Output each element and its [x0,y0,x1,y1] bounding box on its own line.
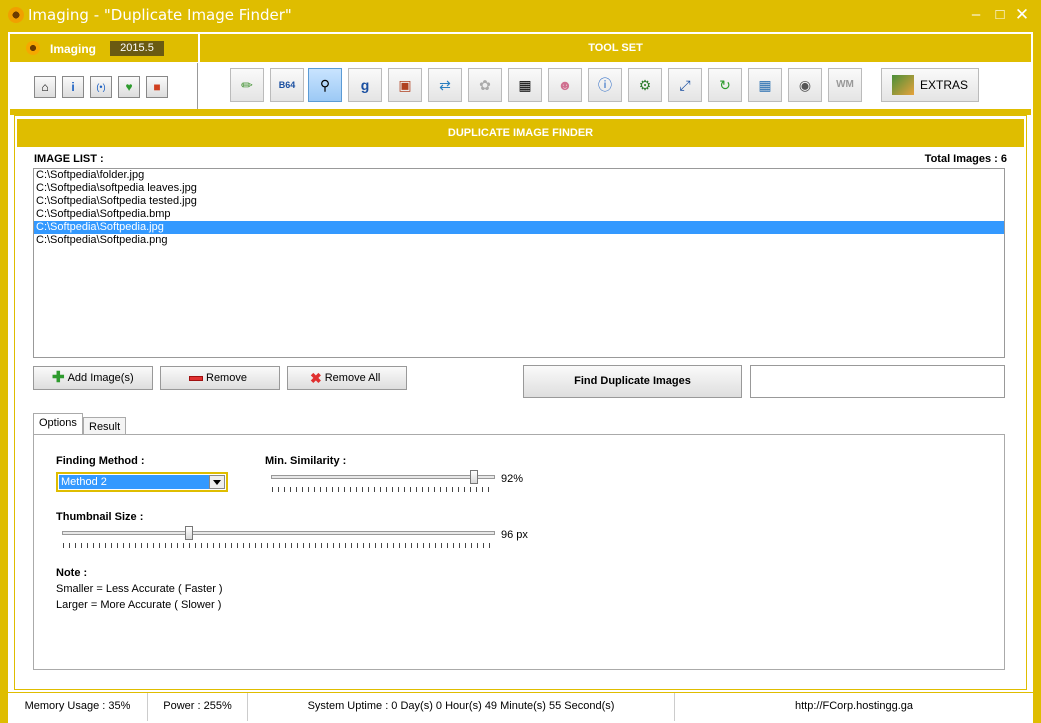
extras-label: EXTRAS [920,78,969,92]
find-duplicates-button[interactable]: Find Duplicate Images [523,365,742,398]
version-badge: 2015.5 [110,41,164,56]
add-images-label: Add Image(s) [67,372,134,384]
options-panel: Finding Method : Method 2 Min. Similarit… [33,434,1005,670]
title-bar: Imaging - "Duplicate Image Finder" – □ ✕ [0,0,1041,32]
resize-icon[interactable]: ⤢ [668,68,702,102]
list-item[interactable]: C:\Softpedia\Softpedia tested.jpg [34,195,1004,208]
chevron-down-icon[interactable] [209,475,225,489]
grid-icon[interactable]: ▦ [508,68,542,102]
image-icon[interactable]: ▦ [748,68,782,102]
box-icon[interactable]: ▣ [388,68,422,102]
remove-all-label: Remove All [324,372,381,384]
eyedropper-icon[interactable]: ✏ [230,68,264,102]
maximize-button[interactable]: □ [990,4,1010,26]
extras-button[interactable]: EXTRAS [881,68,979,102]
similarity-ticks [272,487,494,492]
settings-gear-icon[interactable]: ⚙ [628,68,662,102]
sunflower-icon [8,7,24,23]
broadcast-icon[interactable]: (•) [90,76,112,98]
list-item[interactable]: C:\Softpedia\softpedia leaves.jpg [34,182,1004,195]
info-circle-icon[interactable]: ⓘ [588,68,622,102]
thumbnail-size-label: Thumbnail Size : [56,511,144,523]
list-item[interactable]: C:\Softpedia\Softpedia.jpg [34,221,1004,234]
rotate-icon[interactable]: ↻ [708,68,742,102]
sunflower-icon [26,41,40,55]
toolset-title: TOOL SET [200,34,1031,62]
close-button[interactable]: ✕ [1012,4,1032,26]
thumbnail-value: 96 px [501,529,528,541]
minus-icon [189,375,203,381]
similarity-label: Min. Similarity : [265,455,347,467]
note-line: Larger = More Accurate ( Slower ) [56,599,222,611]
memory-usage: Memory Usage : 35% [8,693,148,721]
similarity-value: 92% [501,473,524,485]
extras-icon [892,75,914,95]
system-uptime: System Uptime : 0 Day(s) 0 Hour(s) 49 Mi… [248,693,675,721]
brand-name: Imaging [50,42,97,56]
toolbar: ✏ B64 ⚲ g ▣ ⇄ ✿ ▦ ☻ ⓘ ⚙ ⤢ ↻ ▦ ◉ WM EXTRA… [200,63,1031,109]
thumbnail-slider[interactable] [62,531,495,535]
finding-method-value: Method 2 [59,475,209,489]
home-icon[interactable]: ⌂ [34,76,56,98]
plus-icon: ✚ [52,369,65,387]
remove-label: Remove [206,372,247,384]
remove-all-button[interactable]: ✖ Remove All [287,366,407,390]
window-title: Imaging - "Duplicate Image Finder" [28,6,292,24]
total-images: Total Images : 6 [924,153,1007,165]
thumbnail-slider-thumb[interactable] [185,526,194,540]
panel-title: DUPLICATE IMAGE FINDER [17,119,1024,147]
website-link[interactable]: http://FCorp.hostingg.ga [675,693,1033,721]
finding-method-label: Finding Method : [56,455,145,467]
similarity-slider-thumb[interactable] [469,470,478,484]
x-icon: ✖ [310,370,322,387]
power-status: Power : 255% [148,693,248,721]
tab-options[interactable]: Options [33,413,83,435]
duplicate-finder-panel: DUPLICATE IMAGE FINDER IMAGE LIST : Tota… [14,115,1027,690]
image-list-label: IMAGE LIST : [34,153,104,165]
main-window: Imaging 2015.5 TOOL SET ⌂ i (•) ♥ ■ ✏ B6… [8,32,1033,692]
list-item[interactable]: C:\Softpedia\Softpedia.png [34,234,1004,247]
gift-icon[interactable]: ■ [146,76,168,98]
status-box [750,365,1005,398]
watermark-icon[interactable]: WM [828,68,862,102]
remove-button[interactable]: Remove [160,366,280,390]
image-list[interactable]: C:\Softpedia\folder.jpg C:\Softpedia\sof… [33,168,1005,358]
note-title: Note : [56,567,88,579]
paint-icon[interactable]: ✿ [468,68,502,102]
thumbnail-ticks [63,543,494,548]
tab-result[interactable]: Result [83,417,127,435]
convert-icon[interactable]: ⇄ [428,68,462,102]
brand-header: Imaging 2015.5 [10,34,198,62]
finding-method-select[interactable]: Method 2 [56,472,228,492]
list-item[interactable]: C:\Softpedia\folder.jpg [34,169,1004,182]
users-icon[interactable]: ☻ [548,68,582,102]
status-bar: Memory Usage : 35% Power : 255% System U… [8,692,1033,723]
minimize-button[interactable]: – [966,4,986,26]
similarity-slider[interactable] [271,475,495,479]
google-icon[interactable]: g [348,68,382,102]
base64-icon[interactable]: B64 [270,68,304,102]
list-item[interactable]: C:\Softpedia\Softpedia.bmp [34,208,1004,221]
magnifier-icon[interactable]: ⚲ [308,68,342,102]
heart-plus-icon[interactable]: ♥ [118,76,140,98]
add-images-button[interactable]: ✚ Add Image(s) [33,366,153,390]
nav-buttons: ⌂ i (•) ♥ ■ [10,63,198,109]
note-line: Smaller = Less Accurate ( Faster ) [56,583,223,595]
info-icon[interactable]: i [62,76,84,98]
camera-icon[interactable]: ◉ [788,68,822,102]
